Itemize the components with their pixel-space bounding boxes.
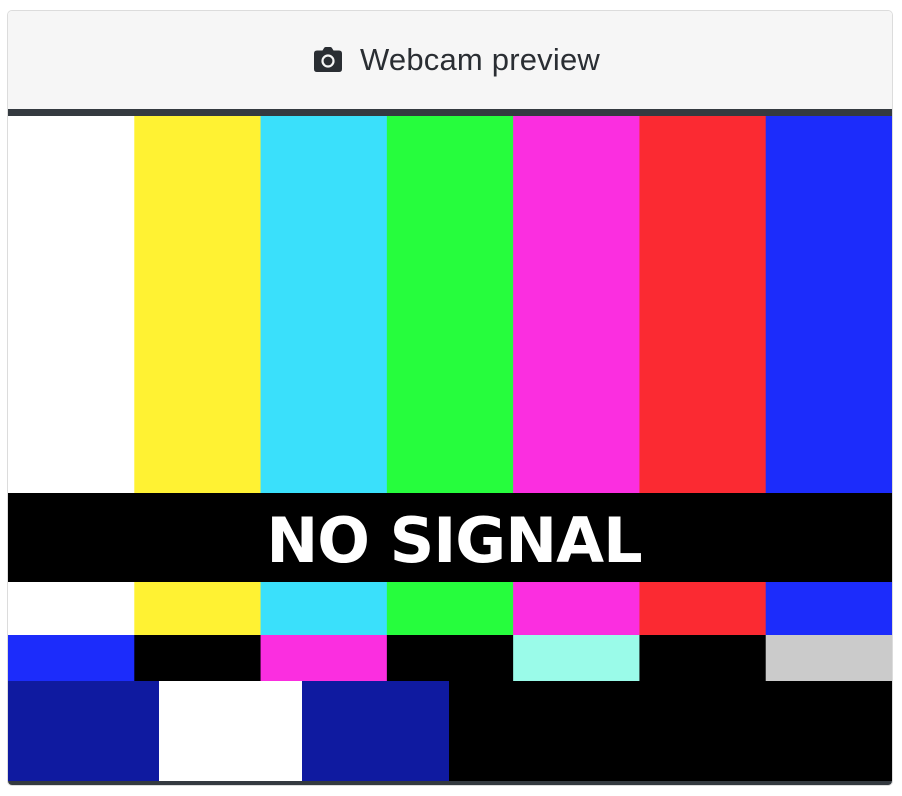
bottom-color-block (449, 681, 892, 781)
card-header: Webcam preview (8, 11, 892, 109)
middle-color-bar (386, 635, 514, 681)
middle-color-bar (639, 635, 767, 681)
bottom-color-blocks (8, 681, 892, 781)
camera-icon (314, 47, 342, 72)
preview-frame-top (8, 109, 892, 116)
preview-frame-bottom (8, 781, 892, 785)
middle-color-bars (8, 635, 892, 681)
no-signal-label: NO SIGNAL (266, 504, 641, 577)
middle-color-bar (134, 635, 262, 681)
card-title: Webcam preview (360, 42, 600, 77)
webcam-card: Webcam preview NO SIGNAL (7, 10, 893, 786)
no-signal-test-card: NO SIGNAL (8, 116, 892, 781)
middle-color-bar (8, 635, 135, 681)
bottom-color-block (302, 681, 450, 781)
middle-color-bar (513, 635, 640, 681)
bottom-color-block (159, 681, 303, 781)
bottom-color-block (8, 681, 160, 781)
webcam-preview: NO SIGNAL (8, 116, 892, 781)
middle-color-bar (765, 635, 892, 681)
header-title-group: Webcam preview (312, 42, 600, 78)
middle-color-bar (260, 635, 388, 681)
